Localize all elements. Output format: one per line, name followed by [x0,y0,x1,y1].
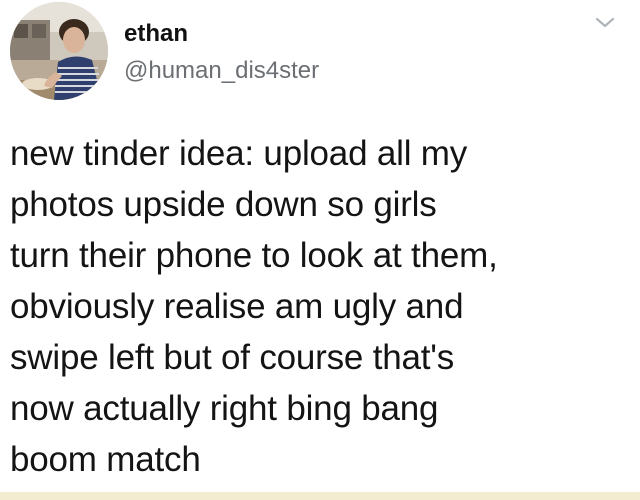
chevron-down-icon[interactable] [593,14,617,32]
tweet-text: new tinder idea: upload all my photos up… [10,128,610,485]
tweet-text-line: obviously realise am ugly and [10,287,464,326]
tweet-text-line: boom match [10,440,201,479]
display-name[interactable]: ethan [124,20,188,48]
profile-photo-icon [10,2,108,100]
tweet-text-line: now actually right bing bang [10,389,439,428]
tweet-text-line: photos upside down so girls [10,185,437,224]
tweet-card: ethan @human_dis4ster new tinder idea: u… [0,0,640,500]
tweet-text-line: swipe left but of course that's [10,338,455,377]
bottom-divider [0,492,640,500]
tweet-text-line: turn their phone to look at them, [10,236,498,275]
avatar[interactable] [10,2,108,100]
tweet-text-line: new tinder idea: upload all my [10,134,468,173]
user-handle[interactable]: @human_dis4ster [124,57,319,85]
